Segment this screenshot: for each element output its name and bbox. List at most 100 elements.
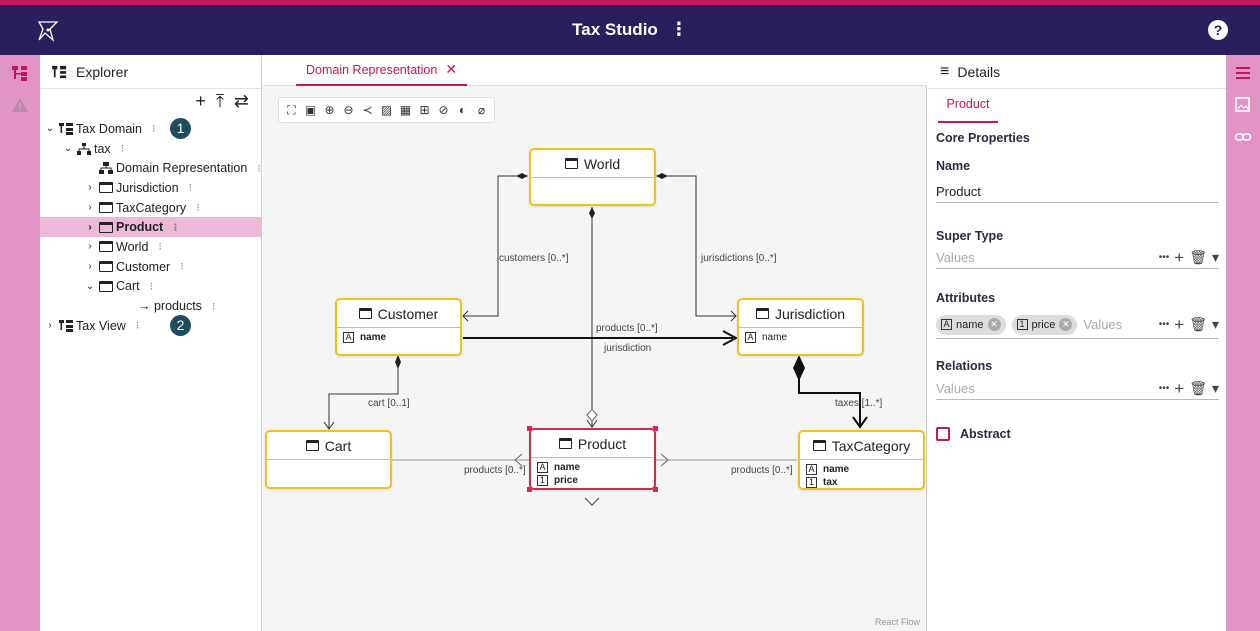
node-header: TaxCategory: [800, 432, 923, 460]
node-header: Cart: [267, 432, 390, 460]
chevron-down-icon[interactable]: ▾: [1212, 380, 1219, 397]
image-panel-icon[interactable]: [1231, 93, 1255, 117]
item-menu-icon[interactable]: ⁝: [173, 221, 177, 234]
super-type-field[interactable]: Values ••• + 🗑 ▾: [936, 247, 1219, 269]
super-type-actions: ••• + 🗑 ▾: [1159, 248, 1219, 268]
tree-item[interactable]: ⌄ Tax Domain ⁝ 1: [40, 118, 261, 139]
class-node-cart[interactable]: Cart: [265, 430, 392, 489]
attributes-label: Attributes: [936, 291, 996, 305]
attribute-row[interactable]: Aname: [745, 331, 856, 344]
delete-icon[interactable]: 🗑: [1189, 316, 1207, 333]
class-node-product[interactable]: Product Aname 1 price: [527, 426, 658, 492]
item-menu-icon[interactable]: ⁝: [150, 280, 154, 293]
collapse-all-icon[interactable]: ⤒: [216, 91, 224, 112]
tree-item[interactable]: ⌄ tax ⁝: [40, 139, 261, 159]
tree-item[interactable]: › Customer ⁝: [40, 257, 261, 277]
class-icon: [99, 202, 113, 214]
attribute-row[interactable]: 1 tax: [806, 476, 917, 489]
tree-item[interactable]: → products ⁝: [40, 296, 261, 316]
class-node-world[interactable]: World: [529, 148, 656, 206]
chevron-right-icon[interactable]: ›: [84, 261, 96, 272]
class-node-customer[interactable]: Customer Aname: [335, 298, 462, 356]
chevron-right-icon[interactable]: ›: [84, 182, 96, 193]
edge-world-customers[interactable]: [462, 173, 528, 322]
react-flow-attribution[interactable]: React Flow: [875, 617, 920, 627]
edge-world-jurisdictions[interactable]: [656, 173, 737, 322]
chevron-right-icon[interactable]: ›: [84, 202, 96, 213]
edge-world-products[interactable]: [586, 207, 598, 428]
chevron-down-icon[interactable]: ⌄: [44, 123, 56, 134]
chip-label: price: [1031, 318, 1056, 331]
item-menu-icon[interactable]: ⁝: [152, 122, 156, 135]
add-icon[interactable]: +: [195, 91, 206, 112]
tab-product[interactable]: Product: [938, 91, 998, 123]
resize-handle[interactable]: [527, 487, 532, 492]
details-menu-icon[interactable]: [1231, 61, 1255, 85]
item-menu-icon[interactable]: ⁝: [180, 260, 184, 273]
tree-item[interactable]: › TaxCategory ⁝: [40, 198, 261, 218]
remove-chip-icon[interactable]: ✕: [1059, 318, 1073, 331]
attribute-row[interactable]: Aname: [537, 461, 648, 474]
item-menu-icon[interactable]: ⁝: [121, 142, 125, 155]
relations-field[interactable]: Values ••• + 🗑 ▾: [936, 378, 1219, 400]
edge-customer-cart[interactable]: [323, 355, 401, 430]
add-icon[interactable]: +: [1174, 248, 1184, 268]
explorer-header-icon: [52, 65, 67, 78]
abstract-checkbox[interactable]: [936, 427, 950, 441]
attribute-row[interactable]: Aname: [343, 331, 454, 344]
item-menu-icon[interactable]: ⁝: [158, 240, 162, 253]
attribute-chip-price[interactable]: 1 price ✕: [1011, 314, 1078, 335]
edge-label-products: products [0..*]: [596, 323, 658, 334]
edge-jurisdiction-taxes[interactable]: [793, 355, 868, 429]
item-menu-icon[interactable]: ⁝: [257, 162, 261, 175]
attribute-row[interactable]: Aname: [806, 463, 917, 476]
chevron-down-icon[interactable]: ▾: [1212, 316, 1219, 333]
tree-item[interactable]: › World ⁝: [40, 237, 261, 257]
delete-icon[interactable]: 🗑: [1189, 380, 1207, 397]
expand-chevron-icon[interactable]: [584, 497, 600, 506]
item-menu-icon[interactable]: ⁝: [136, 319, 140, 332]
add-icon[interactable]: +: [1174, 379, 1184, 399]
add-icon[interactable]: +: [1174, 315, 1184, 335]
class-node-jurisdiction[interactable]: Jurisdiction Aname: [737, 298, 864, 356]
attribute-chip-name[interactable]: Aname ✕: [936, 314, 1006, 335]
help-icon[interactable]: ?: [1208, 20, 1228, 40]
more-icon[interactable]: •••: [1159, 319, 1170, 330]
explorer-header: Explorer: [40, 55, 261, 89]
sync-icon[interactable]: ⇄: [234, 91, 249, 112]
resize-handle[interactable]: [527, 426, 532, 431]
edge-label-cart-products: products [0..*]: [464, 465, 526, 476]
resize-handle[interactable]: [653, 487, 658, 492]
name-label: Name: [936, 159, 971, 173]
attribute-row[interactable]: 1 price: [537, 474, 648, 487]
resize-handle[interactable]: [653, 426, 658, 431]
more-icon[interactable]: •••: [1159, 252, 1170, 263]
chevron-right-icon[interactable]: ›: [44, 320, 56, 331]
chevron-right-icon[interactable]: ›: [84, 222, 96, 233]
item-menu-icon[interactable]: ⁝: [189, 181, 193, 194]
tree-item[interactable]: Domain Representation ⁝: [40, 158, 261, 178]
tree-item[interactable]: › Tax View ⁝ 2: [40, 314, 261, 336]
edge-label-jurisdiction: jurisdiction: [604, 343, 652, 354]
tree-item[interactable]: ⌄ Cart ⁝: [40, 277, 261, 297]
relations-actions: ••• + 🗑 ▾: [1159, 379, 1219, 399]
class-icon: [99, 241, 113, 253]
explorer-tree-icon[interactable]: [8, 61, 32, 85]
chevron-right-icon[interactable]: ›: [84, 241, 96, 252]
class-node-taxcategory[interactable]: TaxCategory Aname 1 tax: [798, 430, 925, 490]
tree-item[interactable]: › Jurisdiction ⁝: [40, 178, 261, 198]
name-field[interactable]: Product: [936, 181, 1219, 203]
remove-chip-icon[interactable]: ✕: [987, 318, 1001, 331]
attributes-field[interactable]: Aname ✕ 1 price ✕ Values ••• + 🗑 ▾: [936, 311, 1219, 339]
chevron-down-icon[interactable]: ⌄: [62, 143, 74, 154]
app-menu-icon[interactable]: ⋮: [670, 19, 688, 40]
item-menu-icon[interactable]: ⁝: [212, 300, 216, 313]
warning-icon[interactable]: [8, 93, 32, 117]
chevron-down-icon[interactable]: ▾: [1212, 249, 1219, 266]
tree-item[interactable]: › Product ⁝: [40, 217, 261, 238]
more-icon[interactable]: •••: [1159, 383, 1170, 394]
link-icon[interactable]: [1231, 125, 1255, 149]
chevron-down-icon[interactable]: ⌄: [84, 281, 96, 292]
item-menu-icon[interactable]: ⁝: [196, 201, 200, 214]
delete-icon[interactable]: 🗑: [1189, 249, 1207, 266]
